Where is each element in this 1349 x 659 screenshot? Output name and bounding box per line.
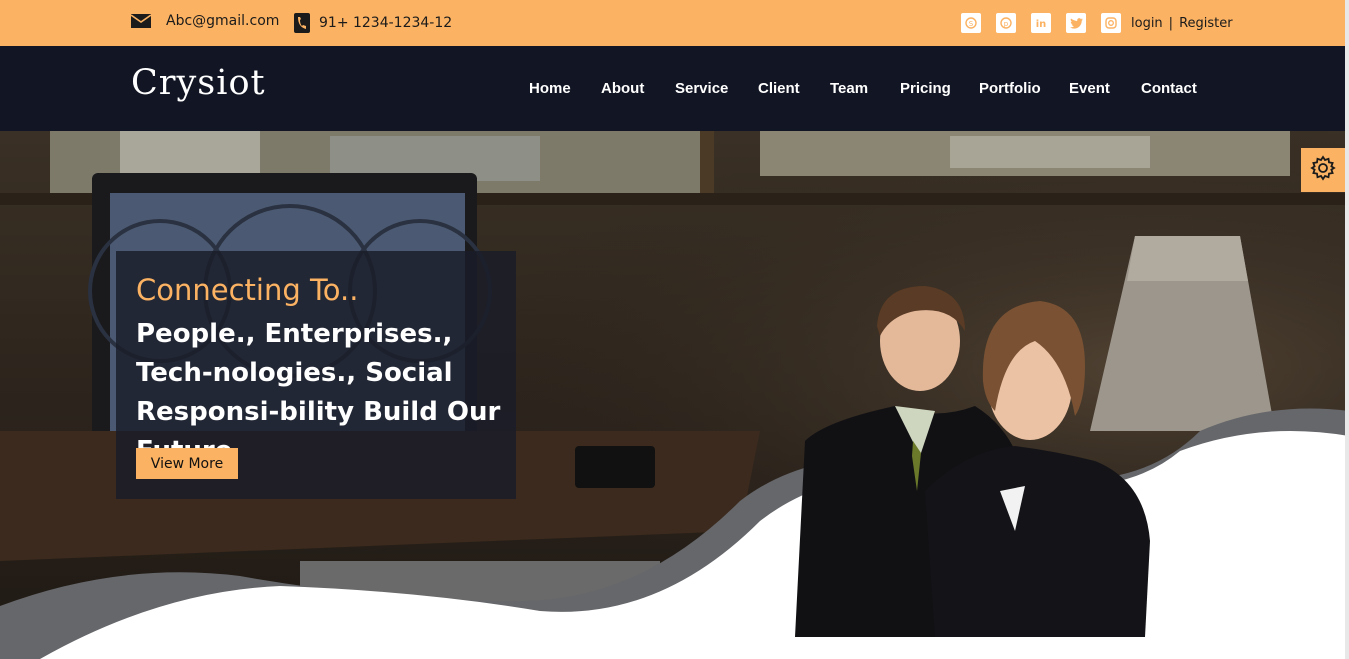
pinterest-icon[interactable]: p bbox=[996, 13, 1016, 33]
phone-icon bbox=[294, 13, 310, 33]
hero-title: Connecting To.. bbox=[136, 273, 359, 307]
hero-section: Connecting To.. People., Enterprises., T… bbox=[0, 131, 1349, 659]
nav-about[interactable]: About bbox=[601, 80, 644, 97]
view-more-button[interactable]: View More bbox=[136, 448, 238, 479]
social-links: S p in bbox=[961, 13, 1136, 33]
email-text: Abc@gmail.com bbox=[166, 13, 280, 29]
nav-service[interactable]: Service bbox=[675, 80, 728, 97]
scrollbar[interactable] bbox=[1345, 0, 1349, 659]
business-people-image bbox=[795, 286, 1150, 637]
gear-icon bbox=[1310, 155, 1336, 185]
nav-client[interactable]: Client bbox=[758, 80, 800, 97]
nav-team[interactable]: Team bbox=[830, 80, 868, 97]
instagram-icon[interactable] bbox=[1101, 13, 1121, 33]
auth-links: login | Register bbox=[1131, 16, 1233, 31]
svg-text:S: S bbox=[969, 20, 974, 28]
top-bar: Abc@gmail.com 91+ 1234-1234-12 S p in lo… bbox=[0, 0, 1349, 46]
svg-text:p: p bbox=[1004, 20, 1009, 28]
nav-portfolio[interactable]: Portfolio bbox=[979, 80, 1041, 97]
contact-email[interactable]: Abc@gmail.com bbox=[131, 13, 279, 29]
twitter-icon[interactable] bbox=[1066, 13, 1086, 33]
auth-separator: | bbox=[1168, 16, 1174, 31]
settings-toggle-button[interactable] bbox=[1301, 148, 1345, 192]
login-link[interactable]: login bbox=[1131, 16, 1163, 31]
main-navbar: Crysiot Home About Service Client Team P… bbox=[0, 46, 1349, 131]
site-logo[interactable]: Crysiot bbox=[131, 63, 266, 103]
linkedin-icon[interactable]: in bbox=[1031, 13, 1051, 33]
register-link[interactable]: Register bbox=[1179, 16, 1233, 31]
nav-event[interactable]: Event bbox=[1069, 80, 1110, 97]
contact-phone[interactable]: 91+ 1234-1234-12 bbox=[294, 13, 452, 33]
envelope-icon bbox=[131, 13, 151, 29]
nav-pricing[interactable]: Pricing bbox=[900, 80, 951, 97]
phone-text: 91+ 1234-1234-12 bbox=[319, 15, 453, 31]
nav-home[interactable]: Home bbox=[529, 80, 571, 97]
nav-contact[interactable]: Contact bbox=[1141, 80, 1197, 97]
hero-caption: Connecting To.. People., Enterprises., T… bbox=[116, 251, 516, 499]
svg-text:in: in bbox=[1036, 19, 1047, 29]
skype-icon[interactable]: S bbox=[961, 13, 981, 33]
